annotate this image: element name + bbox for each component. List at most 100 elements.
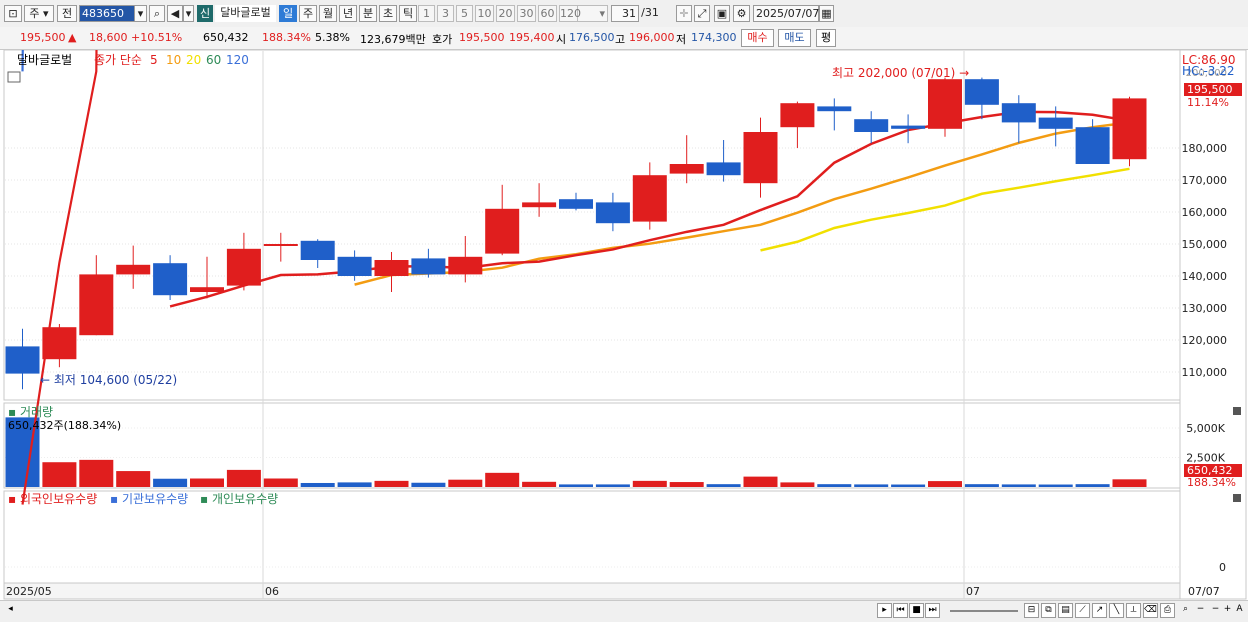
- interval-button-10[interactable]: 10: [475, 5, 494, 22]
- volume-bar[interactable]: [1038, 484, 1073, 487]
- candle-body[interactable]: [669, 164, 704, 174]
- candle-body[interactable]: [226, 248, 261, 286]
- interval-button-60[interactable]: 60: [538, 5, 557, 22]
- calendar-icon[interactable]: ▦: [819, 5, 834, 22]
- candle-body[interactable]: [1038, 117, 1073, 129]
- stock-chart[interactable]: 110,000 120,000 130,000 140,000 150,000 160,0…: [0, 50, 1248, 600]
- candle-body[interactable]: [891, 125, 926, 129]
- volume-bar[interactable]: [116, 471, 151, 487]
- candle-body[interactable]: [190, 287, 224, 292]
- volume-bar[interactable]: [448, 479, 483, 487]
- volume-bar[interactable]: [964, 484, 999, 487]
- price-panel[interactable]: [3, 50, 1181, 401]
- candle-body[interactable]: [817, 106, 852, 112]
- candle-body[interactable]: [116, 264, 151, 275]
- print-icon[interactable]: ⎙: [1160, 603, 1175, 618]
- arrow-tool-icon[interactable]: ↗: [1092, 603, 1107, 618]
- candle-body[interactable]: [153, 263, 188, 296]
- interval-button-30[interactable]: 30: [517, 5, 536, 22]
- volume-bar[interactable]: [595, 484, 630, 487]
- candle-body[interactable]: [1001, 103, 1036, 123]
- candle-body[interactable]: [595, 202, 630, 224]
- volume-bar[interactable]: [374, 480, 409, 487]
- candle-body[interactable]: [1112, 98, 1147, 160]
- market-select[interactable]: 주 ▾: [24, 5, 54, 22]
- period-button-6[interactable]: 틱: [399, 5, 417, 22]
- candle-body[interactable]: [632, 175, 667, 222]
- candle-body[interactable]: [300, 240, 335, 260]
- candle-body[interactable]: [964, 79, 999, 105]
- candle-body[interactable]: [263, 244, 298, 246]
- volume-bar[interactable]: [1112, 479, 1147, 487]
- volume-bar[interactable]: [928, 481, 962, 487]
- scroll-bar[interactable]: ◂ ▸ ⏮ ■ ⏭ ⊟ ⧉ ▤ ⟋ ↗ ╲ ⟂ ⌫ ⎙ ⌕ − − + A: [0, 600, 1248, 622]
- type-select[interactable]: 전: [57, 5, 77, 22]
- stock-code-input[interactable]: 483650: [79, 5, 135, 22]
- speaker-icon[interactable]: ◀: [167, 5, 183, 22]
- eval-button[interactable]: 평: [816, 29, 836, 47]
- candle-body[interactable]: [780, 103, 815, 128]
- volume-bar[interactable]: [1001, 484, 1036, 487]
- buy-button[interactable]: 매수: [741, 29, 774, 47]
- candle-body[interactable]: [1075, 127, 1110, 164]
- eraser-icon[interactable]: ⌫: [1143, 603, 1158, 618]
- candle-body[interactable]: [79, 274, 114, 336]
- last-page-button[interactable]: ⏭: [925, 603, 940, 618]
- zoom-out-icon[interactable]: −: [1193, 603, 1208, 618]
- code-dropdown-button[interactable]: ▾: [134, 5, 147, 22]
- period-button-5[interactable]: 초: [379, 5, 397, 22]
- volume-panel-close-icon[interactable]: [1233, 407, 1241, 415]
- ruler-icon[interactable]: ⟂: [1126, 603, 1141, 618]
- layout-icon[interactable]: ⊟: [1024, 603, 1039, 618]
- volume-panel[interactable]: [3, 402, 1181, 489]
- cross-icon[interactable]: ✛: [676, 5, 692, 22]
- count-input[interactable]: 31: [611, 5, 639, 22]
- volume-bar[interactable]: [300, 482, 335, 487]
- scroll-right-button[interactable]: ▸: [877, 603, 892, 618]
- volume-bar[interactable]: [226, 469, 261, 487]
- volume-bar[interactable]: [42, 462, 77, 487]
- scroll-left-button[interactable]: ◂: [3, 603, 18, 618]
- stop-button[interactable]: ■: [909, 603, 924, 618]
- volume-bar[interactable]: [743, 476, 778, 487]
- volume-bar[interactable]: [190, 478, 224, 487]
- speaker-dropdown-button[interactable]: ▾: [183, 5, 194, 22]
- zoom-icon[interactable]: ⌕: [1178, 603, 1193, 618]
- date-input[interactable]: 2025/07/07: [753, 5, 819, 22]
- panel-icon[interactable]: ▤: [1058, 603, 1073, 618]
- candle-body[interactable]: [5, 346, 40, 374]
- volume-bar[interactable]: [632, 480, 667, 487]
- volume-bar[interactable]: [485, 472, 520, 487]
- sell-button[interactable]: 매도: [778, 29, 811, 47]
- candle-body[interactable]: [448, 256, 483, 275]
- period-button-3[interactable]: 년: [339, 5, 357, 22]
- volume-bar[interactable]: [522, 481, 557, 487]
- trend-icon[interactable]: ⟋: [1075, 603, 1090, 618]
- gear-icon[interactable]: ⚙: [733, 5, 750, 22]
- volume-bar[interactable]: [1075, 484, 1110, 487]
- volume-bar[interactable]: [780, 482, 815, 487]
- copy-icon[interactable]: ⧉: [1041, 603, 1056, 618]
- volume-bar[interactable]: [79, 459, 114, 487]
- volume-bar[interactable]: [891, 484, 926, 487]
- investor-panel-close-icon[interactable]: [1233, 494, 1241, 502]
- chart-window-icon[interactable]: ⊡: [4, 5, 22, 22]
- volume-bar[interactable]: [669, 482, 704, 487]
- zoom-slider[interactable]: [950, 610, 1018, 612]
- candle-body[interactable]: [485, 208, 520, 254]
- volume-bar[interactable]: [817, 484, 852, 487]
- grid-toggle-icon[interactable]: [7, 71, 21, 83]
- interval-button-120[interactable]: 120: [559, 5, 581, 22]
- candle-body[interactable]: [559, 199, 593, 209]
- period-button-4[interactable]: 분: [359, 5, 377, 22]
- candle-body[interactable]: [743, 132, 778, 184]
- volume-bar[interactable]: [263, 478, 298, 487]
- volume-bar[interactable]: [559, 484, 593, 487]
- candle-body[interactable]: [854, 119, 889, 132]
- interval-button-5[interactable]: 5: [456, 5, 473, 22]
- period-button-0[interactable]: 일: [279, 5, 297, 22]
- line-tool-icon[interactable]: ╲: [1109, 603, 1124, 618]
- search-icon[interactable]: ⌕: [149, 5, 165, 22]
- first-page-button[interactable]: ⏮: [893, 603, 908, 618]
- save-icon[interactable]: ▣: [714, 5, 730, 22]
